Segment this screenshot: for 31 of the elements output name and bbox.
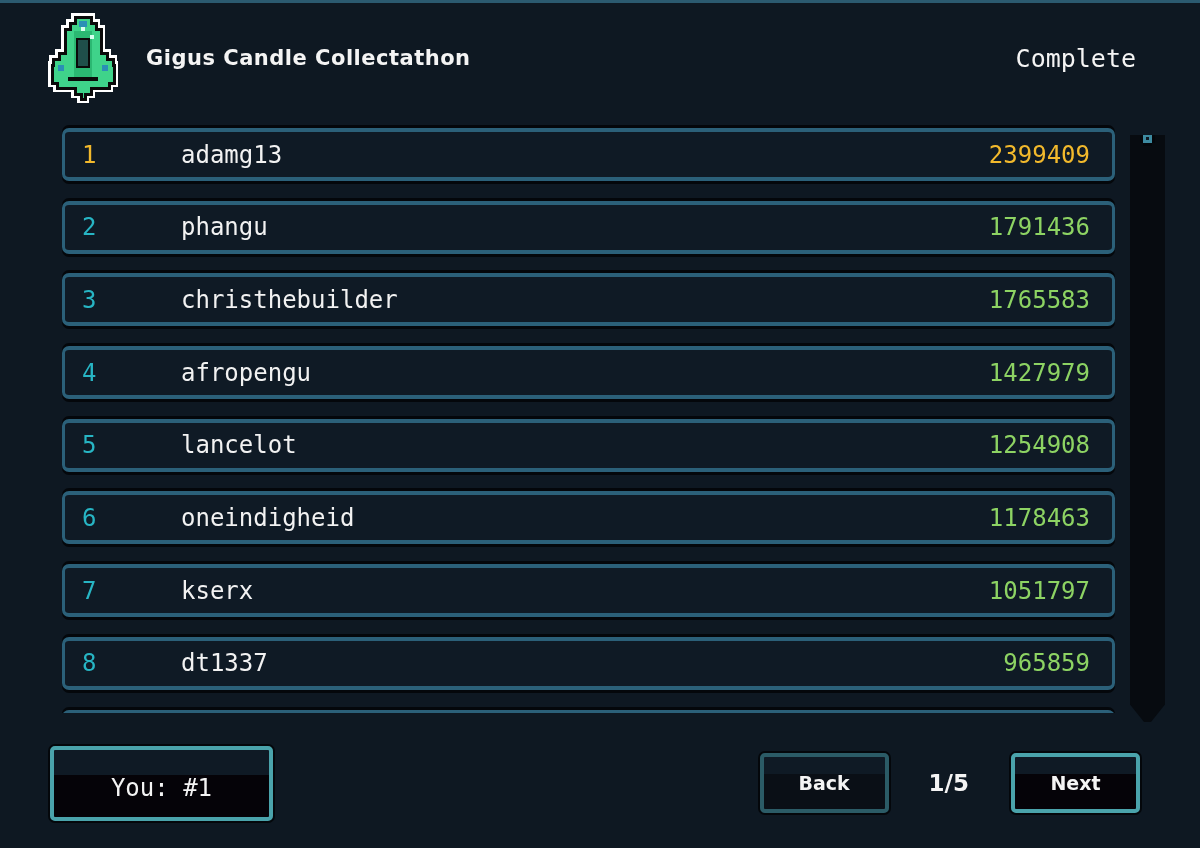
candle-icon bbox=[48, 13, 118, 103]
player-name: dt1337 bbox=[181, 649, 268, 678]
score-text: 1051797 bbox=[988, 576, 1090, 605]
player-name: adamg13 bbox=[181, 140, 283, 169]
page-indicator: 1/5 bbox=[928, 770, 969, 796]
score-text: 1254908 bbox=[988, 431, 1090, 460]
rank-text: 5 bbox=[82, 431, 98, 460]
rank-text: 8 bbox=[82, 649, 98, 678]
your-rank-button[interactable]: You: #1 bbox=[50, 745, 273, 821]
player-name: phangu bbox=[181, 213, 268, 242]
rank-text: 3 bbox=[82, 285, 98, 314]
rank-text: 4 bbox=[82, 358, 98, 387]
player-name: afropengu bbox=[181, 358, 312, 387]
score-text: 1791436 bbox=[988, 213, 1090, 242]
score-text: 1427979 bbox=[988, 358, 1090, 387]
leaderboard-title: Gigus Candle Collectathon bbox=[146, 46, 471, 70]
rank-text: 2 bbox=[82, 213, 98, 242]
player-name: lancelot bbox=[181, 431, 297, 460]
player-name: oneindigheid bbox=[181, 503, 355, 532]
status-text: Complete bbox=[1015, 43, 1136, 73]
score-text: 1765583 bbox=[988, 285, 1090, 314]
next-button[interactable]: Next bbox=[1011, 753, 1140, 813]
player-name: kserx bbox=[181, 576, 254, 605]
rank-text: 7 bbox=[82, 576, 98, 605]
score-text: 965859 bbox=[1003, 649, 1090, 678]
player-name: christhebuilder bbox=[181, 285, 398, 314]
rank-text: 1 bbox=[82, 140, 98, 169]
scrollbar-track[interactable] bbox=[1130, 135, 1165, 722]
rank-text: 6 bbox=[82, 503, 98, 532]
score-text: 2399409 bbox=[988, 140, 1090, 169]
score-text: 1178463 bbox=[988, 503, 1090, 532]
